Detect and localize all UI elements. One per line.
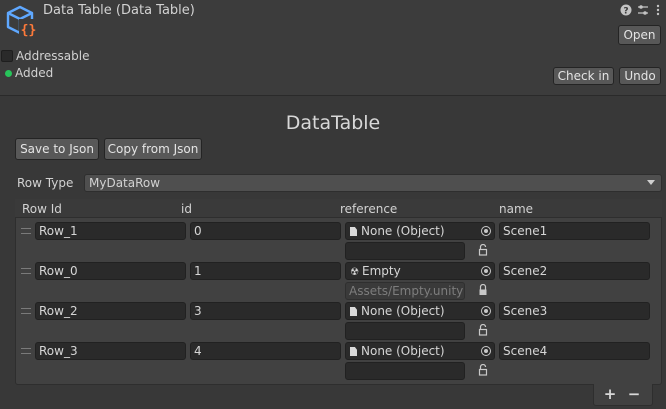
- table-header: [15, 199, 662, 218]
- reference-value: None (Object): [361, 344, 445, 358]
- svg-text:?: ?: [623, 7, 628, 17]
- column-header-id: id: [181, 202, 192, 216]
- row-id-field[interactable]: Row_0: [35, 262, 186, 280]
- chevron-down-icon: [647, 180, 655, 185]
- remove-row-button[interactable]: −: [624, 384, 644, 404]
- reference-value: Empty: [362, 264, 401, 278]
- reference-path-field[interactable]: [345, 242, 465, 260]
- undo-button[interactable]: Undo: [619, 67, 661, 85]
- data-table-asset-icon: {}: [6, 5, 38, 38]
- unlocked-icon[interactable]: [478, 244, 488, 256]
- help-icon[interactable]: ?: [620, 4, 632, 18]
- vcs-status-label: Added: [15, 66, 54, 80]
- reference-object-field[interactable]: None (Object): [345, 302, 495, 320]
- unity-scene-icon: ☢: [350, 267, 359, 278]
- document-icon: [350, 227, 357, 236]
- row-id-field[interactable]: Row_2: [35, 302, 186, 320]
- added-status-icon: [5, 70, 12, 77]
- open-button[interactable]: Open: [618, 25, 661, 45]
- document-icon: [350, 307, 357, 316]
- addressable-label: Addressable: [16, 49, 90, 63]
- preset-icon[interactable]: [637, 4, 649, 18]
- addressable-checkbox[interactable]: [1, 50, 13, 62]
- object-picker-icon[interactable]: [481, 306, 491, 316]
- row-id-field[interactable]: Row_3: [35, 342, 186, 360]
- name-field[interactable]: Scene4: [499, 342, 650, 360]
- add-row-button[interactable]: +: [600, 384, 620, 404]
- row-type-value: MyDataRow: [89, 176, 161, 190]
- object-picker-icon[interactable]: [481, 226, 491, 236]
- svg-text:{}: {}: [21, 23, 37, 38]
- reference-path-field: Assets/Empty.unity: [345, 282, 465, 300]
- drag-handle-icon[interactable]: [21, 308, 31, 314]
- copy-from-json-button[interactable]: Copy from Json: [104, 138, 202, 160]
- object-picker-icon[interactable]: [481, 346, 491, 356]
- name-field[interactable]: Scene1: [499, 222, 650, 240]
- row-type-label: Row Type: [17, 176, 74, 190]
- id-field[interactable]: 0: [190, 222, 341, 240]
- id-field[interactable]: 3: [190, 302, 341, 320]
- name-field[interactable]: Scene3: [499, 302, 650, 320]
- more-icon[interactable]: [652, 4, 664, 18]
- row-type-dropdown[interactable]: MyDataRow: [84, 174, 662, 192]
- inspector-title: DataTable: [285, 112, 381, 134]
- unlocked-icon[interactable]: [478, 324, 488, 336]
- locked-icon[interactable]: [478, 284, 488, 296]
- column-header-row-id: Row Id: [22, 202, 62, 216]
- column-header-reference: reference: [340, 202, 398, 216]
- row-id-field[interactable]: Row_1: [35, 222, 186, 240]
- asset-title: Data Table (Data Table): [43, 3, 195, 18]
- reference-value: None (Object): [361, 224, 445, 238]
- reference-object-field[interactable]: None (Object): [345, 342, 495, 360]
- document-icon: [350, 347, 357, 356]
- object-picker-icon[interactable]: [481, 266, 491, 276]
- reference-value: None (Object): [361, 304, 445, 318]
- reference-path-field[interactable]: [345, 322, 465, 340]
- id-field[interactable]: 1: [190, 262, 341, 280]
- reference-path-field[interactable]: [345, 362, 465, 380]
- reference-object-field[interactable]: None (Object): [345, 222, 495, 240]
- header-divider: [0, 95, 666, 96]
- column-header-name: name: [499, 202, 534, 216]
- check-in-button[interactable]: Check in: [553, 67, 614, 85]
- name-field[interactable]: Scene2: [499, 262, 650, 280]
- id-field[interactable]: 4: [190, 342, 341, 360]
- unlocked-icon[interactable]: [478, 364, 488, 376]
- reference-object-field[interactable]: ☢ Empty: [345, 262, 495, 280]
- drag-handle-icon[interactable]: [21, 228, 31, 234]
- save-to-json-button[interactable]: Save to Json: [15, 138, 99, 160]
- drag-handle-icon[interactable]: [21, 268, 31, 274]
- drag-handle-icon[interactable]: [21, 348, 31, 354]
